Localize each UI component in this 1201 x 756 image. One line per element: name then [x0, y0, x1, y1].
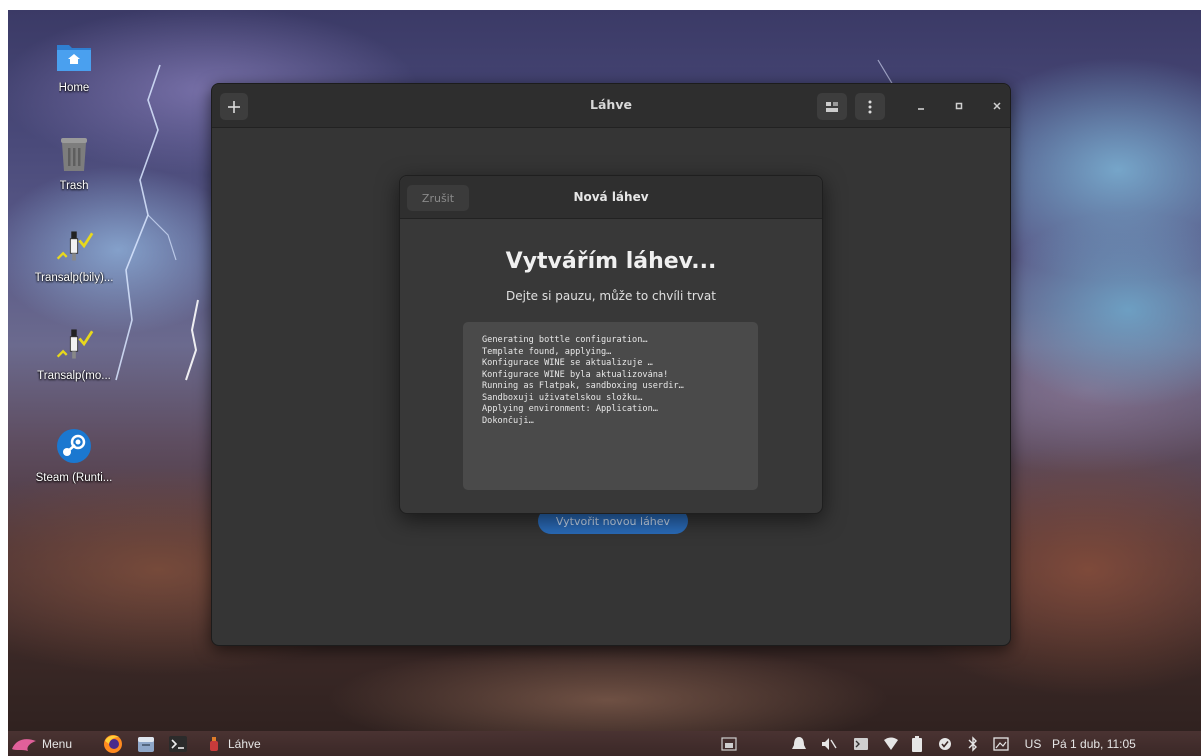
desktop-icon-steam[interactable]: Steam (Runti... [26, 426, 122, 484]
battery-icon [912, 735, 922, 752]
workspace-indicator[interactable] [990, 735, 1012, 752]
close-icon [993, 102, 1001, 110]
bell-icon [792, 736, 806, 749]
maximize-icon [955, 102, 963, 110]
desktop-icon-label: Home [58, 82, 90, 94]
creation-log: Generating bottle configuration… Templat… [463, 322, 758, 490]
log-line: Template found, applying… [482, 346, 612, 357]
updates-indicator[interactable] [934, 735, 956, 752]
volume-indicator[interactable] [818, 735, 840, 752]
window-titlebar[interactable]: Láhve [212, 84, 1010, 128]
dialog-subtitle: Dejte si pauzu, může to chvíli trvat [506, 289, 716, 303]
keyboard-layout-indicator[interactable]: US [1020, 735, 1046, 752]
desktop-icon-label: Trash [59, 180, 89, 192]
minimize-icon [918, 108, 924, 110]
files-launcher[interactable] [136, 731, 156, 756]
kebab-menu-icon [868, 100, 872, 113]
menu-button[interactable]: Menu [10, 731, 72, 756]
steam-icon [54, 426, 94, 466]
dialog-header: Zrušit Nová láhev [400, 176, 822, 219]
desktop-icon-label: Transalp(mo... [37, 370, 111, 382]
desktop-icon-transalp-mo[interactable]: Transalp(mo... [26, 324, 122, 382]
notifications-indicator[interactable] [788, 735, 810, 752]
transalp-icon [54, 324, 94, 364]
dialog-title: Nová láhev [573, 190, 649, 204]
file-manager-icon [138, 736, 154, 752]
taskbar: Menu Láhve US Pá 1 dub, 11:05 [8, 731, 1201, 756]
desktop-icon-transalp-bily[interactable]: Transalp(bily)... [26, 226, 122, 284]
clock-label: Pá 1 dub, 11:05 [1052, 736, 1136, 751]
desktop-icon-trash[interactable]: Trash [26, 134, 122, 192]
new-bottle-dialog: Zrušit Nová láhev Vytvářím láhev... Dejt… [399, 175, 823, 514]
firefox-launcher[interactable] [102, 731, 124, 756]
library-button[interactable] [817, 93, 847, 120]
window-title: Láhve [590, 97, 632, 112]
image-viewer-icon [993, 736, 1009, 751]
bluetooth-indicator[interactable] [962, 735, 984, 752]
trash-icon [54, 134, 94, 174]
main-menu-button[interactable] [855, 93, 885, 120]
log-line: Applying environment: Application… [482, 404, 658, 414]
transalp-icon [54, 226, 94, 266]
desktop-icon-label: Transalp(bily)... [34, 272, 114, 284]
show-desktop-icon [721, 736, 737, 751]
maximize-button[interactable] [947, 94, 971, 118]
bluetooth-icon [968, 735, 977, 752]
firefox-icon [104, 734, 122, 753]
terminal-tray[interactable] [850, 735, 872, 752]
task-label: Láhve [228, 736, 261, 751]
clock[interactable]: Pá 1 dub, 11:05 [1052, 735, 1201, 752]
log-line: Dokončuji… [482, 415, 534, 426]
log-line: Generating bottle configuration… [482, 335, 648, 345]
network-indicator[interactable] [880, 735, 902, 752]
terminal-launcher[interactable] [168, 731, 188, 756]
close-button[interactable] [985, 94, 1009, 118]
menu-label: Menu [42, 736, 73, 751]
show-desktop-button[interactable] [718, 735, 740, 752]
log-line: Konfigurace WINE se aktualizuje … [482, 358, 653, 368]
check-circle-icon [939, 737, 951, 750]
desktop: Home Trash Transalp(bily)... Transalp(mo… [8, 10, 1201, 756]
terminal-small-icon [854, 737, 868, 750]
log-line: Sandboxuji uživatelskou složku… [482, 392, 643, 403]
menu-logo-icon [12, 738, 36, 751]
volume-muted-icon [822, 737, 837, 750]
dialog-heading: Vytvářím láhev... [505, 249, 717, 274]
library-icon [826, 101, 838, 112]
home-folder-icon [54, 36, 94, 76]
log-line: Konfigurace WINE byla aktualizována! [482, 369, 669, 380]
desktop-icon-label: Steam (Runti... [35, 472, 113, 484]
desktop-icon-home[interactable]: Home [26, 36, 122, 94]
terminal-icon [169, 735, 187, 752]
log-line: Running as Flatpak, sandboxing userdir… [482, 381, 684, 391]
taskbar-task-bottles[interactable]: Láhve [208, 731, 261, 756]
wifi-icon [884, 737, 898, 750]
battery-indicator[interactable] [906, 735, 928, 752]
minimize-button[interactable] [909, 94, 933, 118]
keyboard-layout-label: US [1024, 736, 1042, 751]
bottles-app-icon [210, 736, 218, 751]
